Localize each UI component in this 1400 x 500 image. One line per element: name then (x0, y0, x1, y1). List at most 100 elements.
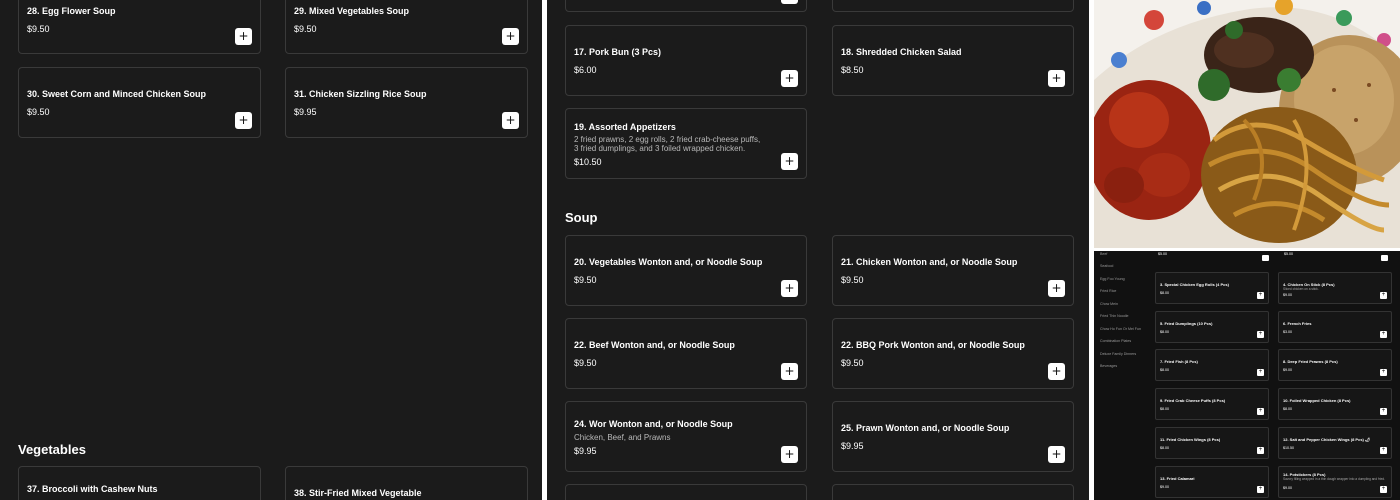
item-price: $10.50 (1283, 446, 1294, 450)
menu-item-card[interactable]: 14. Potstickers (8 Pcs) Savory filling w… (1278, 466, 1392, 498)
item-price: $8.00 (1160, 446, 1169, 450)
item-price: $5.00 (1284, 252, 1293, 256)
add-to-cart-button[interactable]: + (781, 280, 798, 297)
sidebar-item-beverages[interactable]: Beverages (1100, 364, 1117, 368)
item-price: $10.50 (574, 157, 602, 167)
menu-item-card[interactable]: 10. Foiled Wrapped Chicken (8 Pcs) $8.00… (1278, 388, 1392, 420)
item-price: $8.00 (1283, 407, 1292, 411)
menu-item-card[interactable]: 5. Fried Dumplings (10 Pcs) $8.00 + (1155, 311, 1269, 343)
item-price: $9.00 (1283, 486, 1292, 490)
add-to-cart-button[interactable]: + (235, 112, 252, 129)
add-to-cart-button[interactable]: + (1257, 486, 1264, 493)
add-to-cart-button[interactable]: + (1380, 292, 1387, 299)
menu-item-card[interactable]: 22. Beef Wonton and, or Noodle Soup $9.5… (565, 318, 807, 389)
item-title: 22. BBQ Pork Wonton and, or Noodle Soup (841, 340, 1025, 350)
add-to-cart-button[interactable]: + (1380, 447, 1387, 454)
menu-item-card[interactable]: 37. Broccoli with Cashew Nuts (18, 466, 261, 500)
item-price: $9.50 (574, 275, 597, 285)
add-to-cart-button[interactable] (1381, 255, 1388, 261)
menu-item-card[interactable]: 38. Stir-Fried Mixed Vegetable (285, 466, 528, 500)
menu-item-card[interactable]: 30. Sweet Corn and Minced Chicken Soup $… (18, 67, 261, 138)
add-to-cart-button[interactable]: + (1048, 280, 1065, 297)
menu-item-card[interactable]: 31. Chicken Sizzling Rice Soup $9.95 + (285, 67, 528, 138)
menu-item-card[interactable] (565, 484, 807, 500)
sidebar-item-beef[interactable]: Beef (1100, 252, 1107, 256)
add-to-cart-button[interactable]: + (1257, 292, 1264, 299)
add-to-cart-button[interactable]: + (1380, 369, 1387, 376)
add-to-cart-button[interactable]: + (1380, 486, 1387, 493)
menu-item-card[interactable]: + (565, 0, 807, 12)
item-price: $9.50 (574, 358, 597, 368)
item-title: 21. Chicken Wonton and, or Noodle Soup (841, 257, 1018, 267)
item-title: 12. Salt and Pepper Chicken Wings (8 Pcs… (1283, 437, 1371, 442)
item-price: $9.95 (294, 107, 317, 117)
add-to-cart-button[interactable]: + (1257, 369, 1264, 376)
sidebar-item-fried-thin-noodle[interactable]: Fried Thin Noodle (1100, 314, 1129, 318)
sidebar-item-seafood[interactable]: Seafood (1100, 264, 1113, 268)
add-to-cart-button[interactable]: + (781, 0, 798, 4)
item-description: Savory filling wrapped in a thin dough w… (1283, 477, 1386, 481)
add-to-cart-button[interactable]: + (1380, 408, 1387, 415)
item-price: $3.00 (1283, 330, 1292, 334)
menu-item-card[interactable]: 12. Salt and Pepper Chicken Wings (8 Pcs… (1278, 427, 1392, 459)
item-price: $8.00 (1160, 368, 1169, 372)
sidebar-item-combination-plates[interactable]: Combination Plates (1100, 339, 1131, 343)
menu-item-card[interactable]: 22. BBQ Pork Wonton and, or Noodle Soup … (832, 318, 1074, 389)
item-title: 30. Sweet Corn and Minced Chicken Soup (27, 89, 207, 99)
menu-item-card[interactable]: 20. Vegetables Wonton and, or Noodle Sou… (565, 235, 807, 306)
add-to-cart-button[interactable]: + (502, 28, 519, 45)
item-price: $6.00 (574, 65, 597, 75)
add-to-cart-button[interactable]: + (1257, 408, 1264, 415)
sidebar-item-chow-ho-fun[interactable]: Chow Ho Fun Or Mei Fun (1100, 327, 1141, 331)
add-to-cart-button[interactable]: + (1257, 447, 1264, 454)
item-title: 3. Special Chicken Egg Rolls (4 Pcs) (1160, 282, 1229, 287)
sidebar-item-chow-mein[interactable]: Chow Mein (1100, 302, 1118, 306)
menu-item-card[interactable]: 7. Fried Fish (8 Pcs) $8.00 + (1155, 349, 1269, 381)
item-title: 18. Shredded Chicken Salad (841, 47, 962, 57)
food-photo (1094, 0, 1400, 248)
add-to-cart-button[interactable]: + (781, 70, 798, 87)
add-to-cart-button[interactable]: + (1048, 363, 1065, 380)
item-title: 28. Egg Flower Soup (27, 6, 116, 16)
menu-item-card[interactable] (832, 0, 1074, 12)
category-sidebar: Beef Seafood Egg Foo Young Fried Rice Ch… (1094, 251, 1152, 500)
item-title: 24. Wor Wonton and, or Noodle Soup (574, 419, 733, 429)
add-to-cart-button[interactable]: + (1380, 331, 1387, 338)
menu-item-card[interactable]: 19. Assorted Appetizers 2 fried prawns, … (565, 108, 807, 179)
menu-item-card[interactable]: 13. Fried Calamari $9.00 + (1155, 466, 1269, 498)
item-title: 13. Fried Calamari (1160, 476, 1195, 481)
item-title: 22. Beef Wonton and, or Noodle Soup (574, 340, 735, 350)
add-to-cart-button[interactable]: + (1257, 331, 1264, 338)
menu-item-card[interactable] (832, 484, 1074, 500)
item-price: $8.00 (1160, 330, 1169, 334)
add-to-cart-button[interactable]: + (781, 446, 798, 463)
add-to-cart-button[interactable]: + (781, 363, 798, 380)
menu-item-card[interactable]: 8. Deep Fried Prawns (8 Pcs) $9.00 + (1278, 349, 1392, 381)
menu-item-card[interactable]: 25. Prawn Wonton and, or Noodle Soup $9.… (832, 401, 1074, 472)
menu-item-card[interactable]: 28. Egg Flower Soup $9.50 + (18, 0, 261, 54)
menu-item-card[interactable]: 24. Wor Wonton and, or Noodle Soup Chick… (565, 401, 807, 472)
item-title: 6. French Fries (1283, 321, 1312, 326)
add-to-cart-button[interactable]: + (502, 112, 519, 129)
menu-item-card[interactable]: 29. Mixed Vegetables Soup $9.50 + (285, 0, 528, 54)
add-to-cart-button[interactable]: + (781, 153, 798, 170)
add-to-cart-button[interactable]: + (235, 28, 252, 45)
item-title: 9. Fried Crab Cheese Puffs (8 Pcs) (1160, 398, 1226, 403)
add-to-cart-button[interactable] (1262, 255, 1269, 261)
menu-item-card[interactable]: 9. Fried Crab Cheese Puffs (8 Pcs) $8.00… (1155, 388, 1269, 420)
sidebar-item-fried-rice[interactable]: Fried Rice (1100, 289, 1116, 293)
menu-item-card[interactable]: 6. French Fries $3.00 + (1278, 311, 1392, 343)
sidebar-item-egg-foo-young[interactable]: Egg Foo Young (1100, 277, 1125, 281)
item-price: $9.00 (1283, 293, 1292, 297)
add-to-cart-button[interactable]: + (1048, 446, 1065, 463)
menu-item-card[interactable]: 17. Pork Bun (3 Pcs) $6.00 + (565, 25, 807, 96)
menu-item-card[interactable]: 11. Fried Chicken Wings (8 Pcs) $8.00 + (1155, 427, 1269, 459)
item-price: $9.00 (1283, 368, 1292, 372)
add-to-cart-button[interactable]: + (1048, 70, 1065, 87)
sidebar-item-deluxe-family-dinners[interactable]: Deluxe Family Dinners (1100, 352, 1136, 356)
menu-item-card[interactable]: 18. Shredded Chicken Salad $8.50 + (832, 25, 1074, 96)
menu-item-card[interactable]: 21. Chicken Wonton and, or Noodle Soup $… (832, 235, 1074, 306)
item-title: 8. Deep Fried Prawns (8 Pcs) (1283, 359, 1338, 364)
menu-item-card[interactable]: 3. Special Chicken Egg Rolls (4 Pcs) $8.… (1155, 272, 1269, 304)
menu-item-card[interactable]: 4. Chicken On Stick (8 Pcs) Sliced chick… (1278, 272, 1392, 304)
